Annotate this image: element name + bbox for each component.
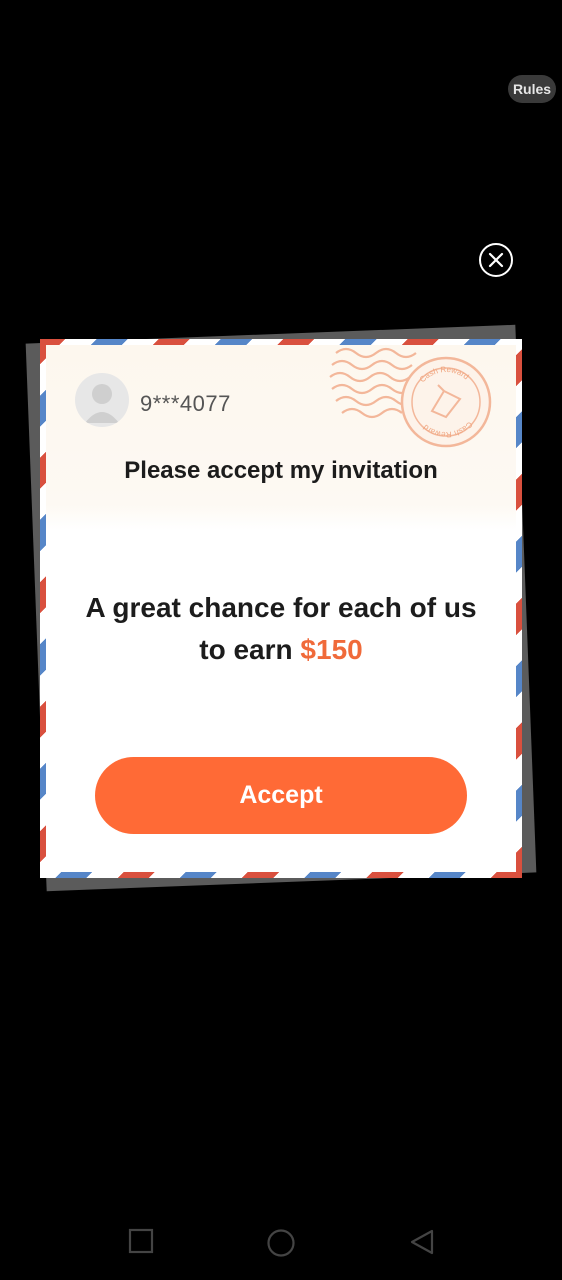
nav-back-icon xyxy=(410,1229,434,1255)
invitation-envelope: Cash Reward Cash Reward 9***4077 Please … xyxy=(40,339,522,878)
avatar-icon xyxy=(85,384,119,423)
invitation-card: Cash Reward Cash Reward 9***4077 Please … xyxy=(46,345,516,872)
offer-message: A great chance for each of us to earn xyxy=(85,592,477,665)
close-button[interactable] xyxy=(479,243,513,277)
stamp-icon: Cash Reward Cash Reward xyxy=(329,347,492,448)
sender-id: 9***4077 xyxy=(140,391,231,416)
offer-amount: $150 xyxy=(300,634,363,665)
avatar xyxy=(75,373,129,427)
nav-home-icon xyxy=(267,1229,295,1257)
nav-back-button[interactable] xyxy=(408,1228,436,1261)
close-icon xyxy=(488,252,504,268)
nav-recent-button[interactable] xyxy=(128,1228,154,1259)
invitation-title: Please accept my invitation xyxy=(124,457,438,484)
rules-button[interactable]: Rules xyxy=(508,75,556,103)
offer-text: A great chance for each of us to earn $1… xyxy=(76,587,486,671)
system-nav-bar xyxy=(0,1210,562,1280)
accept-button[interactable]: Accept xyxy=(95,757,467,834)
screen: Rules Cash Reward Cash Reward 9***4077 P… xyxy=(0,0,562,1280)
nav-recent-icon xyxy=(128,1228,154,1254)
nav-home-button[interactable] xyxy=(266,1228,296,1263)
